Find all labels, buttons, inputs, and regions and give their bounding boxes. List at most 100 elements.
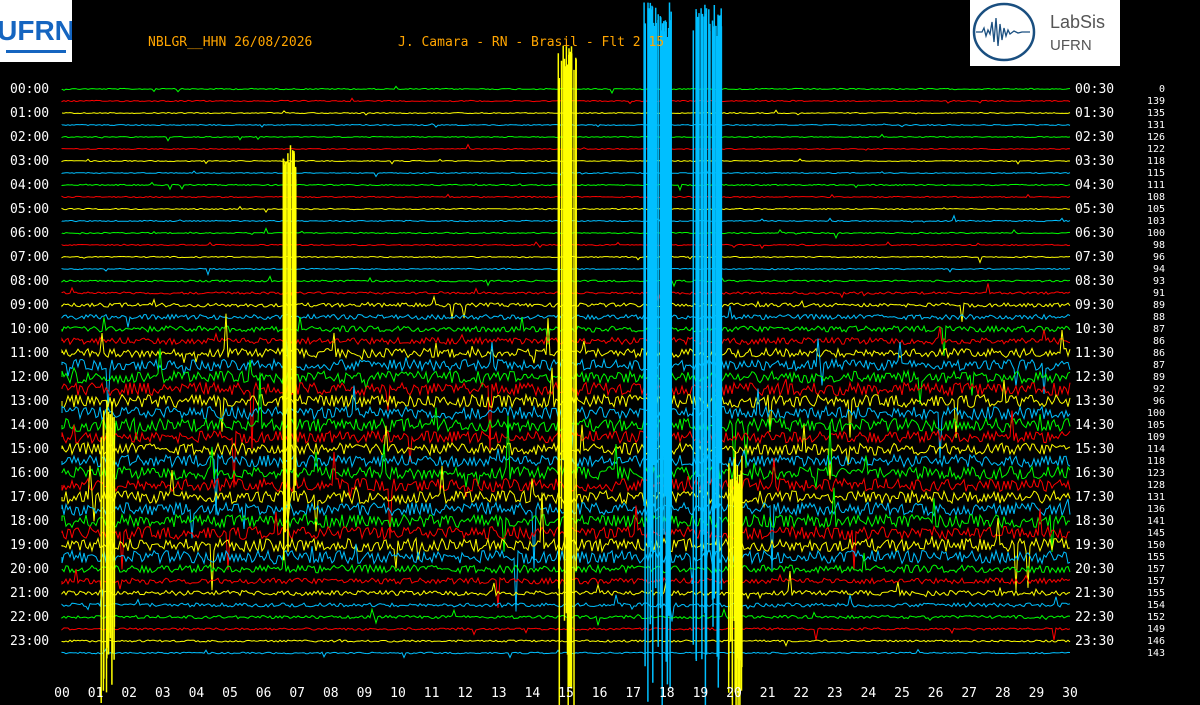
trace-value-label: 98 — [1153, 240, 1165, 251]
minute-label: 29 — [1029, 686, 1045, 701]
left-time-label: 00:00 — [10, 82, 49, 97]
left-time-label: 07:00 — [10, 250, 49, 265]
trace-value-label: 118 — [1147, 456, 1165, 467]
trace-value-label: 139 — [1147, 96, 1165, 107]
burst-line — [708, 5, 723, 688]
trace-value-label: 105 — [1147, 420, 1165, 431]
minute-label: 05 — [222, 686, 238, 701]
left-time-label: 23:00 — [10, 634, 49, 649]
left-time-label: 21:00 — [10, 586, 49, 601]
left-time-label: 10:00 — [10, 322, 49, 337]
trace-value-label: 152 — [1147, 612, 1165, 623]
labsis-logo: LabSis UFRN — [970, 0, 1120, 66]
minute-label: 12 — [457, 686, 473, 701]
trace-value-label: 87 — [1153, 360, 1165, 371]
labsis-logo-line1: LabSis — [1050, 12, 1105, 32]
trace-value-label: 100 — [1147, 408, 1165, 419]
minute-label: 24 — [861, 686, 877, 701]
trace-value-label: 96 — [1153, 252, 1165, 263]
right-time-label: 16:30 — [1075, 466, 1114, 481]
helicorder-plot: 00:00 01:00 02:00 03:00 04:00 05:00 06:00 07:00… — [10, 2, 1165, 705]
location-title: J. Camara - RN - Brasil - Flt 2 15 — [398, 35, 665, 50]
left-time-label: 19:00 — [10, 538, 49, 553]
trace-value-label: 92 — [1153, 384, 1165, 395]
trace-value-label: 123 — [1147, 468, 1165, 479]
trace-value-label: 131 — [1147, 492, 1165, 503]
right-time-label: 10:30 — [1075, 322, 1114, 337]
minute-label: 03 — [155, 686, 171, 701]
burst-line — [282, 145, 297, 561]
minute-label: 22 — [793, 686, 809, 701]
minute-label: 16 — [592, 686, 608, 701]
right-time-label: 02:30 — [1075, 130, 1114, 145]
left-time-labels: 00:00 01:00 02:00 03:00 04:00 05:00 06:00 07:00… — [10, 82, 49, 649]
right-time-label: 01:30 — [1075, 106, 1114, 121]
trace-value-label: 154 — [1147, 600, 1165, 611]
trace-value-label: 89 — [1153, 372, 1165, 383]
minute-label: 07 — [289, 686, 305, 701]
left-time-label: 03:00 — [10, 154, 49, 169]
trace-value-label: 143 — [1147, 648, 1165, 659]
trace-value-labels: 0139135131126122118115111108105103100989… — [1147, 84, 1165, 659]
right-time-labels: 00:30 01:30 02:30 03:30 04:30 05:30 06:30 07:30… — [1075, 82, 1114, 649]
burst-line — [727, 451, 743, 705]
trace-value-label: 155 — [1147, 552, 1165, 563]
minute-label: 27 — [961, 686, 977, 701]
left-time-label: 04:00 — [10, 178, 49, 193]
trace-value-label: 88 — [1153, 312, 1165, 323]
trace-value-label: 94 — [1153, 264, 1165, 275]
left-time-label: 13:00 — [10, 394, 49, 409]
right-time-label: 03:30 — [1075, 154, 1114, 169]
trace-value-label: 105 — [1147, 204, 1165, 215]
left-time-label: 01:00 — [10, 106, 49, 121]
trace-value-label: 115 — [1147, 168, 1165, 179]
minute-label: 13 — [491, 686, 507, 701]
minute-label: 26 — [928, 686, 944, 701]
left-time-label: 17:00 — [10, 490, 49, 505]
trace-value-label: 87 — [1153, 324, 1165, 335]
minute-label: 00 — [54, 686, 70, 701]
right-time-label: 00:30 — [1075, 82, 1114, 97]
right-time-label: 11:30 — [1075, 346, 1114, 361]
left-time-label: 11:00 — [10, 346, 49, 361]
left-time-label: 14:00 — [10, 418, 49, 433]
trace-value-label: 131 — [1147, 120, 1165, 131]
trace-value-label: 146 — [1147, 636, 1165, 647]
trace-value-label: 128 — [1147, 480, 1165, 491]
right-time-label: 15:30 — [1075, 442, 1114, 457]
trace-value-label: 93 — [1153, 276, 1165, 287]
right-time-label: 06:30 — [1075, 226, 1114, 241]
right-time-label: 07:30 — [1075, 250, 1114, 265]
minute-label: 02 — [121, 686, 137, 701]
left-time-label: 20:00 — [10, 562, 49, 577]
trace-line — [61, 638, 1071, 648]
trace-value-label: 157 — [1147, 576, 1165, 587]
minute-axis-labels: 00 01 02 03 04 05 06 07 08 09 10 11 12 13 14 15 16 17 18 19… — [54, 686, 1078, 701]
trace-value-label: 86 — [1153, 348, 1165, 359]
trace-value-label: 141 — [1147, 516, 1165, 527]
minute-label: 30 — [1062, 686, 1078, 701]
minute-label: 23 — [827, 686, 843, 701]
left-time-label: 16:00 — [10, 466, 49, 481]
trace-value-label: 122 — [1147, 144, 1165, 155]
minute-label: 15 — [558, 686, 574, 701]
trace-value-label: 0 — [1159, 84, 1165, 95]
left-time-label: 15:00 — [10, 442, 49, 457]
left-time-label: 09:00 — [10, 298, 49, 313]
minute-label: 14 — [525, 686, 541, 701]
left-time-label: 18:00 — [10, 514, 49, 529]
right-time-label: 17:30 — [1075, 490, 1114, 505]
minute-label: 21 — [760, 686, 776, 701]
trace-value-label: 86 — [1153, 336, 1165, 347]
minute-label: 11 — [424, 686, 440, 701]
left-time-label: 06:00 — [10, 226, 49, 241]
trace-value-label: 109 — [1147, 432, 1165, 443]
ufrn-logo-text: UFRN — [0, 15, 72, 46]
minute-label: 06 — [256, 686, 272, 701]
trace-value-label: 89 — [1153, 300, 1165, 311]
trace-value-label: 136 — [1147, 504, 1165, 515]
minute-label: 28 — [995, 686, 1011, 701]
trace-value-label: 96 — [1153, 396, 1165, 407]
right-time-label: 23:30 — [1075, 634, 1114, 649]
minute-label: 20 — [726, 686, 742, 701]
